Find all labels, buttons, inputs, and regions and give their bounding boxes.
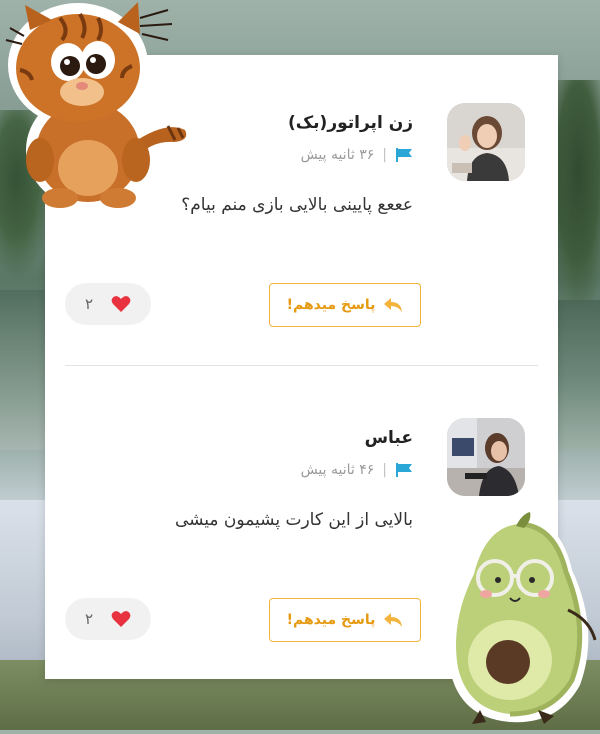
- meta-separator: |: [382, 462, 387, 478]
- reply-button[interactable]: پاسخ میدهم!: [269, 283, 421, 327]
- like-button[interactable]: ۲: [65, 598, 151, 640]
- avatar[interactable]: [447, 103, 525, 181]
- username: عباس: [364, 428, 413, 448]
- cat-sticker: [0, 0, 195, 215]
- reply-button[interactable]: پاسخ میدهم!: [269, 598, 421, 642]
- background-water-left: [0, 290, 48, 450]
- flag-icon[interactable]: [395, 148, 413, 162]
- heart-icon: [111, 295, 131, 313]
- reply-arrow-icon: [383, 297, 403, 313]
- username: زن اپراتور(بک): [288, 113, 413, 133]
- background-water-right: [555, 300, 600, 450]
- reply-label: پاسخ میدهم!: [286, 297, 376, 313]
- comment-text: بالایی از این کارت پشیمون میشی: [174, 510, 413, 530]
- comment-meta: | ۴۶ ثانیه پیش: [301, 462, 413, 478]
- like-count: ۲: [84, 295, 94, 313]
- comment-meta: | ۳۶ ثانیه پیش: [301, 147, 413, 163]
- like-button[interactable]: ۲: [65, 283, 151, 325]
- heart-icon: [111, 610, 131, 628]
- meta-separator: |: [382, 147, 387, 163]
- comment-time: ۳۶ ثانیه پیش: [300, 147, 375, 163]
- flag-icon[interactable]: [395, 463, 413, 477]
- reply-label: پاسخ میدهم!: [286, 612, 376, 628]
- avatar[interactable]: [447, 418, 525, 496]
- like-count: ۲: [84, 610, 94, 628]
- comment-time: ۴۶ ثانیه پیش: [300, 462, 375, 478]
- avocado-sticker: [440, 510, 600, 730]
- comment-text: عععع پایینی بالایی بازی منم بیام؟: [181, 195, 413, 215]
- divider: [65, 365, 538, 366]
- reply-arrow-icon: [383, 612, 403, 628]
